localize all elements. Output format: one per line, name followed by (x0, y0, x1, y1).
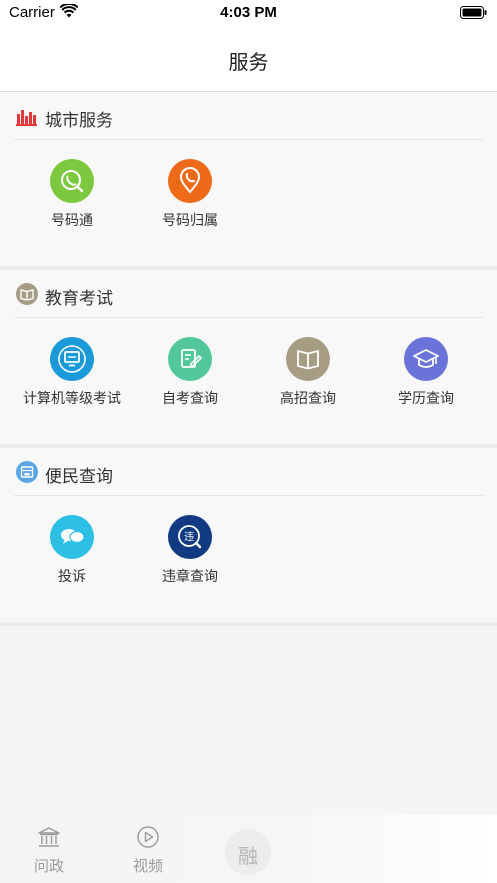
item-label: 号码通 (51, 212, 93, 228)
section-title: 城市服务 (45, 111, 113, 130)
computer-icon (50, 337, 94, 381)
item-label: 计算机等级考试 (23, 390, 121, 406)
tab-government[interactable]: 问政 (14, 823, 84, 879)
item-label: 号码归属 (162, 212, 218, 228)
section-header: 城市服务 (14, 92, 483, 140)
phone-location-icon (168, 159, 212, 203)
item-label: 投诉 (58, 568, 86, 584)
battery-icon (460, 6, 487, 19)
section-education-exams: 教育考试 计算机等级考试 自考查询 高招查询 学历查询 (0, 270, 497, 444)
tab-video[interactable]: 视频 (113, 823, 183, 879)
section-header: 便民查询 (14, 448, 483, 496)
tab-bar: 问政 视频 融 (0, 815, 497, 883)
chat-bubbles-icon (50, 515, 94, 559)
city-skyline-icon (16, 110, 37, 126)
service-item-degree-query[interactable]: 学历查询 (366, 337, 486, 417)
service-item-violation-query[interactable]: 违 违章查询 (130, 515, 250, 595)
tab-rong[interactable]: 融 (225, 829, 271, 875)
status-bar: Carrier 4:03 PM (0, 0, 497, 26)
item-label: 违章查询 (162, 568, 218, 584)
service-item-admission-query[interactable]: 高招查询 (248, 337, 368, 417)
phone-search-icon (50, 159, 94, 203)
service-item-number-location[interactable]: 号码归属 (130, 159, 250, 239)
section-header: 教育考试 (14, 270, 483, 318)
book-icon (16, 283, 38, 305)
service-item-computer-exam[interactable]: 计算机等级考试 (12, 337, 132, 417)
section-convenience-services: 便民查询 投诉 违 违章查询 (0, 448, 497, 622)
open-book-icon (286, 337, 330, 381)
violation-badge-text: 违 (184, 531, 194, 543)
play-circle-icon (137, 826, 159, 848)
rong-logo: 融 (238, 844, 258, 868)
government-building-icon (38, 827, 60, 847)
service-item-complaint[interactable]: 投诉 (12, 515, 132, 595)
section-city-services: 城市服务 号码通 号码归属 (0, 92, 497, 266)
service-window-icon (16, 461, 38, 483)
section-divider (0, 622, 497, 626)
page-title: 服务 (228, 52, 269, 74)
section-title: 便民查询 (45, 467, 113, 486)
status-time: 4:03 PM (220, 4, 277, 21)
section-title: 教育考试 (45, 289, 113, 308)
item-label: 高招查询 (280, 390, 336, 406)
navigation-bar: 服务 (0, 26, 497, 92)
edit-icon (168, 337, 212, 381)
graduation-cap-icon (404, 337, 448, 381)
item-label: 学历查询 (398, 390, 454, 406)
item-label: 自考查询 (162, 390, 218, 406)
service-item-self-study-exam[interactable]: 自考查询 (130, 337, 250, 417)
service-item-phone-directory[interactable]: 号码通 (12, 159, 132, 239)
violation-search-icon: 违 (168, 515, 212, 559)
tab-label: 视频 (132, 858, 163, 875)
tab-label: 问政 (33, 858, 64, 875)
